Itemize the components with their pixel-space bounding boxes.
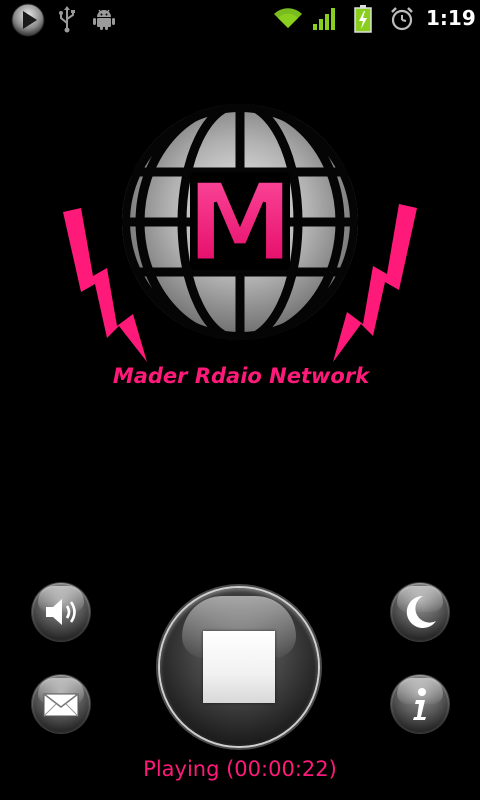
status-clock: 1:19 [426, 6, 476, 30]
logo-letter: M [186, 161, 293, 286]
radio-network-logo: M Mader Rdaio Network [63, 104, 417, 388]
wifi-icon [274, 8, 302, 29]
mail-icon [43, 693, 79, 717]
email-button[interactable] [32, 675, 90, 733]
sleep-moon-icon [406, 595, 436, 628]
media-play-icon [11, 3, 45, 37]
playback-status: Playing (00:00:22) [143, 757, 337, 781]
logo-tagline: Mader Rdaio Network [113, 364, 371, 388]
status-bar: 1:19 [0, 0, 480, 38]
volume-icon [46, 599, 76, 625]
logo-m-badge: M [185, 160, 295, 288]
usb-icon [59, 6, 75, 33]
info-icon [413, 688, 426, 720]
stop-icon [203, 631, 275, 703]
stop-button[interactable] [160, 588, 318, 746]
cell-signal-icon [313, 8, 335, 30]
android-debug-icon [93, 9, 115, 30]
sleep-timer-button[interactable] [391, 583, 449, 641]
battery-charging-icon [354, 5, 372, 33]
alarm-clock-icon [391, 7, 413, 31]
info-button[interactable] [391, 675, 449, 733]
volume-button[interactable] [32, 583, 90, 641]
